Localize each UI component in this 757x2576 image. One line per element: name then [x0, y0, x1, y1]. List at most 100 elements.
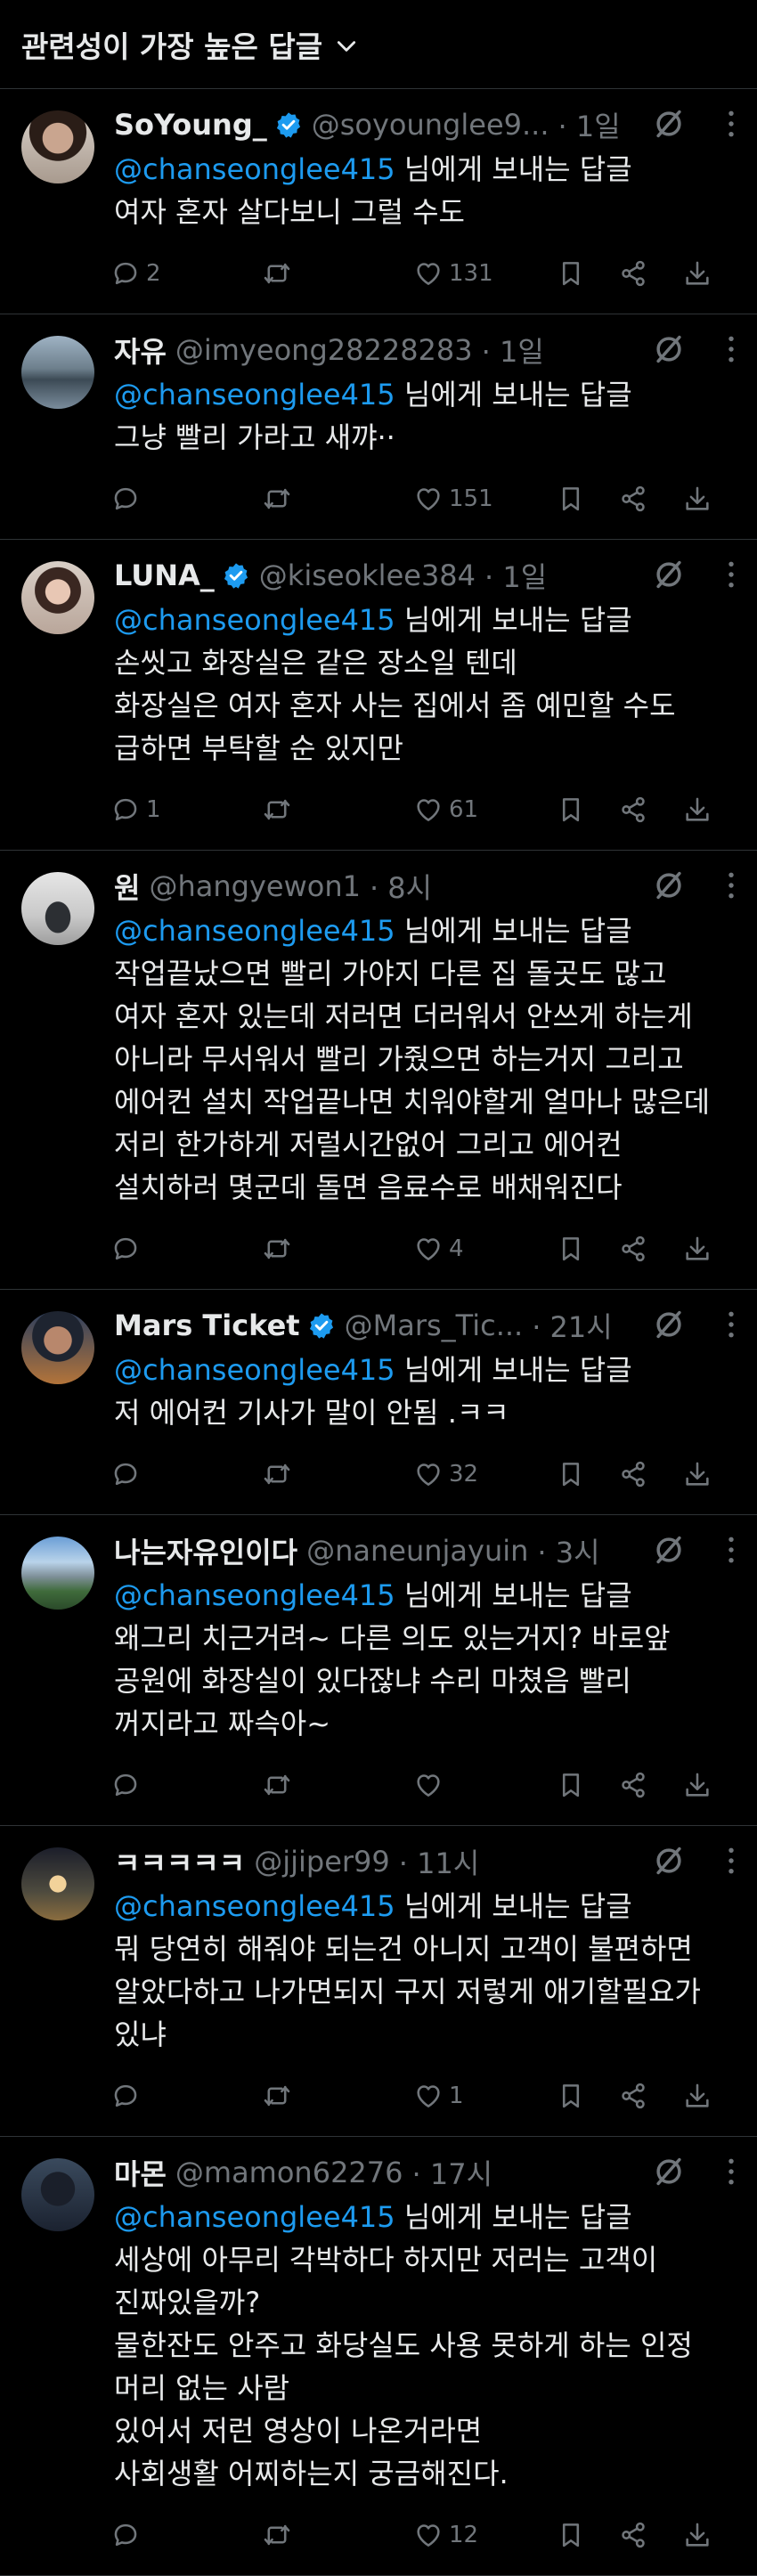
- mention-link[interactable]: @chanseonglee415: [114, 914, 395, 948]
- post-time[interactable]: · 1일: [484, 555, 547, 596]
- display-name[interactable]: 마몬: [114, 2152, 167, 2193]
- grok-icon[interactable]: [652, 107, 686, 141]
- user-handle[interactable]: @mamon62276: [175, 2156, 403, 2189]
- like-button[interactable]: 4: [413, 1234, 556, 1264]
- mention-link[interactable]: @chanseonglee415: [114, 1353, 395, 1387]
- avatar[interactable]: [21, 1537, 94, 1610]
- grok-icon[interactable]: [652, 1844, 686, 1878]
- display-name[interactable]: LUNA_: [114, 558, 215, 592]
- reply-button[interactable]: 2: [110, 258, 262, 289]
- download-button[interactable]: [682, 484, 718, 514]
- reply-button[interactable]: [110, 484, 262, 514]
- user-handle[interactable]: @imyeong28228283: [175, 333, 473, 367]
- mention-link[interactable]: @chanseonglee415: [114, 1578, 395, 1612]
- share-button[interactable]: [618, 1234, 682, 1264]
- download-button[interactable]: [682, 2520, 718, 2550]
- display-name[interactable]: SoYoung_: [114, 108, 267, 142]
- share-button[interactable]: [618, 2520, 682, 2550]
- more-options-icon[interactable]: [727, 560, 736, 589]
- post-time[interactable]: · 21시: [532, 1305, 613, 1346]
- more-options-icon[interactable]: [727, 1846, 736, 1875]
- more-options-icon[interactable]: [727, 871, 736, 900]
- avatar[interactable]: [21, 1847, 94, 1920]
- reply-item[interactable]: 마몬 @mamon62276 · 17시 @chanseonglee415 님에…: [0, 2137, 757, 2576]
- avatar[interactable]: [21, 336, 94, 409]
- bookmark-button[interactable]: [556, 2520, 618, 2550]
- avatar[interactable]: [21, 110, 94, 183]
- reply-item[interactable]: ㅋㅋㅋㅋㅋ @jjiper99 · 11시 @chanseonglee415 님…: [0, 1826, 757, 2137]
- share-button[interactable]: [618, 1770, 682, 1800]
- avatar[interactable]: [21, 872, 94, 945]
- post-time[interactable]: · 1일: [482, 330, 544, 371]
- grok-icon[interactable]: [652, 332, 686, 366]
- bookmark-button[interactable]: [556, 1459, 618, 1489]
- like-button[interactable]: 61: [413, 795, 556, 825]
- share-button[interactable]: [618, 258, 682, 289]
- reply-button[interactable]: 1: [110, 795, 262, 825]
- avatar[interactable]: [21, 561, 94, 634]
- share-button[interactable]: [618, 1459, 682, 1489]
- user-handle[interactable]: @kiseoklee384: [259, 558, 476, 592]
- download-button[interactable]: [682, 1459, 718, 1489]
- like-button[interactable]: 12: [413, 2520, 556, 2550]
- retweet-button[interactable]: [262, 2081, 413, 2111]
- reply-item[interactable]: 자유 @imyeong28228283 · 1일 @chanseonglee41…: [0, 314, 757, 540]
- grok-icon[interactable]: [652, 868, 686, 902]
- download-button[interactable]: [682, 258, 718, 289]
- like-button[interactable]: 1: [413, 2081, 556, 2111]
- more-options-icon[interactable]: [727, 1310, 736, 1339]
- reply-button[interactable]: [110, 2081, 262, 2111]
- retweet-button[interactable]: [262, 1234, 413, 1264]
- retweet-button[interactable]: [262, 2520, 413, 2550]
- display-name[interactable]: 원: [114, 866, 140, 907]
- share-button[interactable]: [618, 2081, 682, 2111]
- user-handle[interactable]: @hangyewon1: [149, 869, 361, 903]
- bookmark-button[interactable]: [556, 1770, 618, 1800]
- reply-item[interactable]: 원 @hangyewon1 · 8시 @chanseonglee415 님에게 …: [0, 851, 757, 1290]
- bookmark-button[interactable]: [556, 2081, 618, 2111]
- grok-icon[interactable]: [652, 1308, 686, 1341]
- retweet-button[interactable]: [262, 484, 413, 514]
- grok-icon[interactable]: [652, 2155, 686, 2189]
- more-options-icon[interactable]: [727, 2157, 736, 2186]
- mention-link[interactable]: @chanseonglee415: [114, 1889, 395, 1923]
- reply-button[interactable]: [110, 1459, 262, 1489]
- mention-link[interactable]: @chanseonglee415: [114, 152, 395, 186]
- reply-button[interactable]: [110, 1234, 262, 1264]
- bookmark-button[interactable]: [556, 484, 618, 514]
- bookmark-button[interactable]: [556, 795, 618, 825]
- reply-button[interactable]: [110, 1770, 262, 1800]
- mention-link[interactable]: @chanseonglee415: [114, 378, 395, 412]
- post-time[interactable]: · 17시: [412, 2152, 493, 2193]
- post-time[interactable]: · 11시: [399, 1841, 480, 1882]
- more-options-icon[interactable]: [727, 335, 736, 363]
- more-options-icon[interactable]: [727, 110, 736, 138]
- post-time[interactable]: · 3시: [537, 1530, 599, 1571]
- mention-link[interactable]: @chanseonglee415: [114, 603, 395, 637]
- post-time[interactable]: · 8시: [370, 866, 432, 907]
- download-button[interactable]: [682, 1234, 718, 1264]
- display-name[interactable]: 나는자유인이다: [114, 1530, 297, 1571]
- bookmark-button[interactable]: [556, 258, 618, 289]
- more-options-icon[interactable]: [727, 1536, 736, 1564]
- share-button[interactable]: [618, 795, 682, 825]
- retweet-button[interactable]: [262, 1770, 413, 1800]
- like-button[interactable]: 151: [413, 484, 556, 514]
- like-button[interactable]: 32: [413, 1459, 556, 1489]
- retweet-button[interactable]: [262, 795, 413, 825]
- retweet-button[interactable]: [262, 1459, 413, 1489]
- sort-selector[interactable]: 관련성이 가장 높은 답글: [0, 0, 757, 89]
- like-button[interactable]: [413, 1770, 556, 1800]
- display-name[interactable]: Mars Ticket: [114, 1308, 300, 1342]
- reply-item[interactable]: 나는자유인이다 @naneunjayuin · 3시 @chanseonglee…: [0, 1515, 757, 1826]
- reply-item[interactable]: SoYoung_ @soyounglee9... · 1일 @chanseong…: [0, 89, 757, 314]
- display-name[interactable]: 자유: [114, 330, 167, 371]
- share-button[interactable]: [618, 484, 682, 514]
- download-button[interactable]: [682, 2081, 718, 2111]
- display-name[interactable]: ㅋㅋㅋㅋㅋ: [114, 1841, 245, 1882]
- avatar[interactable]: [21, 2158, 94, 2231]
- grok-icon[interactable]: [652, 1533, 686, 1567]
- mention-link[interactable]: @chanseonglee415: [114, 2200, 395, 2234]
- user-handle[interactable]: @soyounglee9...: [312, 108, 549, 142]
- download-button[interactable]: [682, 795, 718, 825]
